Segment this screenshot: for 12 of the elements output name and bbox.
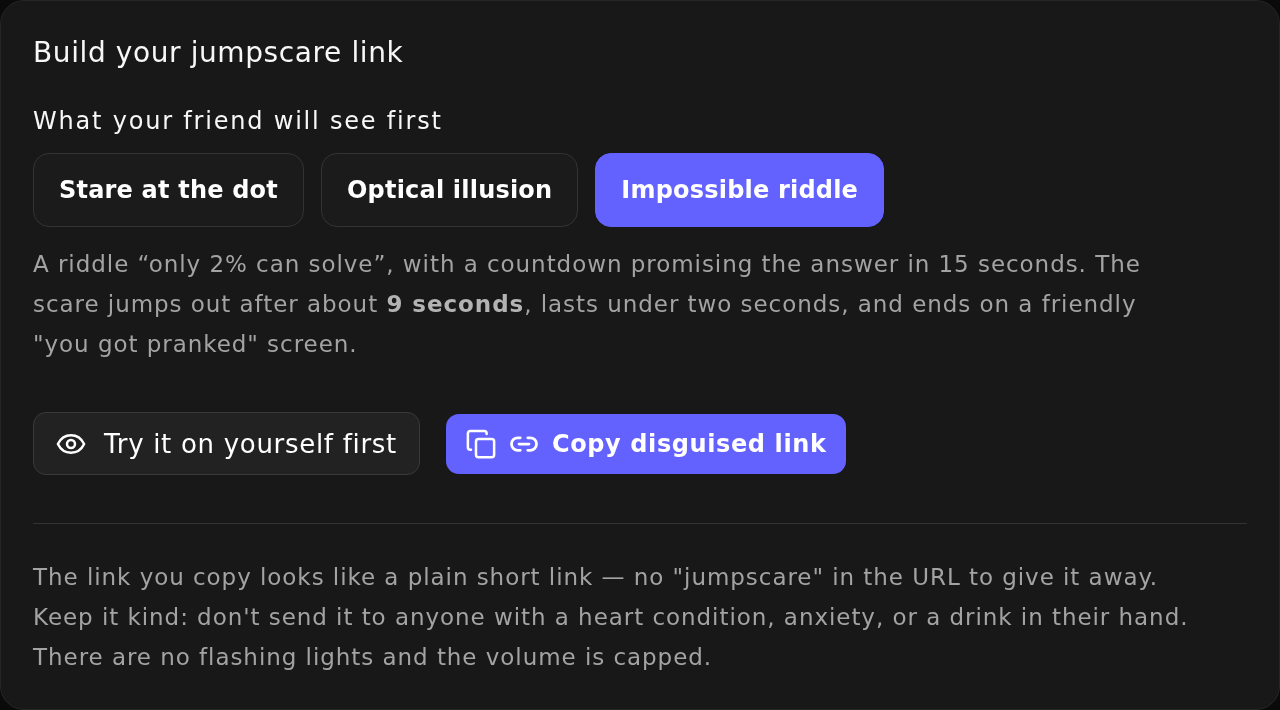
option-button[interactable]: Stare at the dot	[33, 153, 304, 227]
panel-title: Build your jumpscare link	[33, 36, 404, 70]
option-button[interactable]: Impossible riddle	[595, 153, 885, 227]
description-text: A riddle “only 2% can solve”, with a countdown promising the answer in 15 seconds. The scare jumps out after about 9 seconds, lasts under two seconds, and ends on a friendly "you got pranked" screen.	[33, 250, 1142, 359]
note-text: Keep it kind: don't send it to anyone with a heart condition, anxiety, or a drink in their hand.	[33, 603, 1189, 632]
note-text: There are no flashing lights and the volume is capped.	[33, 643, 714, 672]
option-button[interactable]: Optical illusion	[321, 153, 579, 227]
section-label: What your friend will see first	[33, 106, 443, 136]
try-button[interactable]: Try it on yourself first	[33, 412, 420, 475]
copy-link-button[interactable]: Copy disguised link	[446, 413, 847, 474]
note-text: The link you copy looks like a plain short link — no "jumpscare" in the URL to give it away.	[33, 563, 1159, 592]
copy-icon	[466, 428, 496, 459]
